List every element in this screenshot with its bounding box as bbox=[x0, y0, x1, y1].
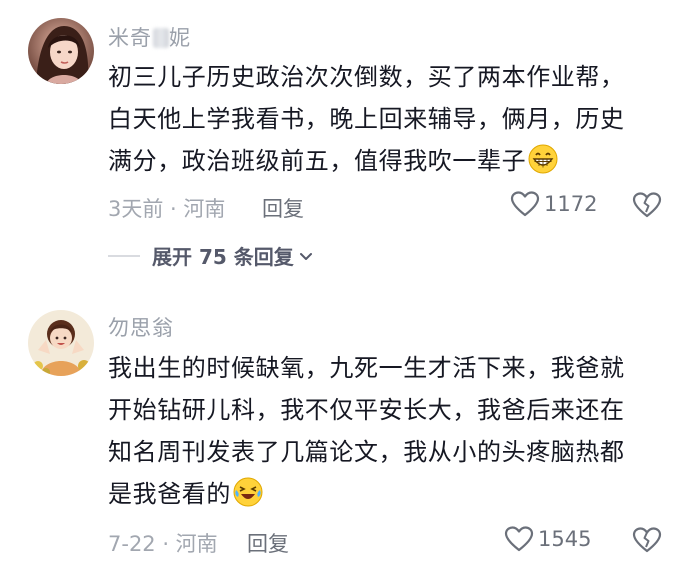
comment-text: 我出生的时候缺氧，九死一生才活下来，我爸就 开始钻研儿科，我不仅平安长大，我爸后… bbox=[108, 347, 625, 515]
comment-line: 初三儿子历史政治次次倒数，买了两本作业帮， bbox=[108, 63, 625, 91]
reply-button[interactable]: 回复 bbox=[247, 528, 289, 558]
username[interactable]: 米奇妮 bbox=[108, 22, 191, 52]
comment-meta: 7-22 · 河南 bbox=[108, 532, 218, 556]
comment-line: 我出生的时候缺氧，九死一生才活下来，我爸就 bbox=[108, 354, 625, 382]
avatar[interactable] bbox=[28, 18, 94, 84]
username-blur bbox=[153, 28, 169, 48]
comment-line: 白天他上学我看书，晚上回来辅导，俩月，历史 bbox=[108, 105, 625, 133]
laugh-cry-emoji bbox=[233, 477, 263, 507]
comment-meta: 3天前 · 河南 bbox=[108, 197, 226, 221]
like-count: 1172 bbox=[544, 192, 598, 216]
comment-line: 开始钻研儿科，我不仅平安长大，我爸后来还在 bbox=[108, 396, 625, 424]
comment-line-last: 满分，政治班级前五，值得我吹一辈子 bbox=[108, 140, 625, 182]
comment-line: 是我爸看的 bbox=[108, 480, 231, 508]
avatar[interactable] bbox=[28, 310, 94, 376]
heart-icon bbox=[510, 191, 540, 217]
reply-button[interactable]: 回复 bbox=[262, 193, 304, 223]
comment-line: 满分，政治班级前五，值得我吹一辈子 bbox=[108, 147, 527, 175]
broken-heart-icon bbox=[632, 192, 662, 218]
username-tail: 妮 bbox=[169, 26, 191, 50]
comment-item: 勿思翁 我出生的时候缺氧，九死一生才活下来，我爸就 开始钻研儿科，我不仅平安长大… bbox=[0, 290, 690, 569]
expand-replies[interactable]: 展开 75 条回复 bbox=[108, 241, 314, 270]
heart-icon bbox=[504, 526, 534, 552]
divider bbox=[108, 254, 140, 257]
username[interactable]: 勿思翁 bbox=[108, 312, 174, 342]
like-count: 1545 bbox=[538, 527, 592, 551]
comment-line: 知名周刊发表了几篇论文，我从小的头疼脑热都 bbox=[108, 438, 625, 466]
grin-emoji bbox=[528, 144, 558, 174]
like-button[interactable]: 1545 bbox=[504, 525, 591, 553]
comment-line-last: 是我爸看的 bbox=[108, 473, 625, 515]
broken-heart-icon bbox=[632, 527, 662, 553]
chevron-down-icon bbox=[299, 252, 312, 260]
username-text: 米奇 bbox=[108, 26, 152, 50]
comment-text: 初三儿子历史政治次次倒数，买了两本作业帮， 白天他上学我看书，晚上回来辅导，俩月… bbox=[108, 56, 625, 182]
comment-item: 米奇妮 初三儿子历史政治次次倒数，买了两本作业帮， 白天他上学我看书，晚上回来辅… bbox=[0, 0, 690, 290]
expand-replies-label: 展开 75 条回复 bbox=[152, 245, 294, 269]
dislike-button[interactable] bbox=[632, 191, 662, 223]
like-button[interactable]: 1172 bbox=[510, 190, 597, 218]
dislike-button[interactable] bbox=[632, 526, 662, 558]
